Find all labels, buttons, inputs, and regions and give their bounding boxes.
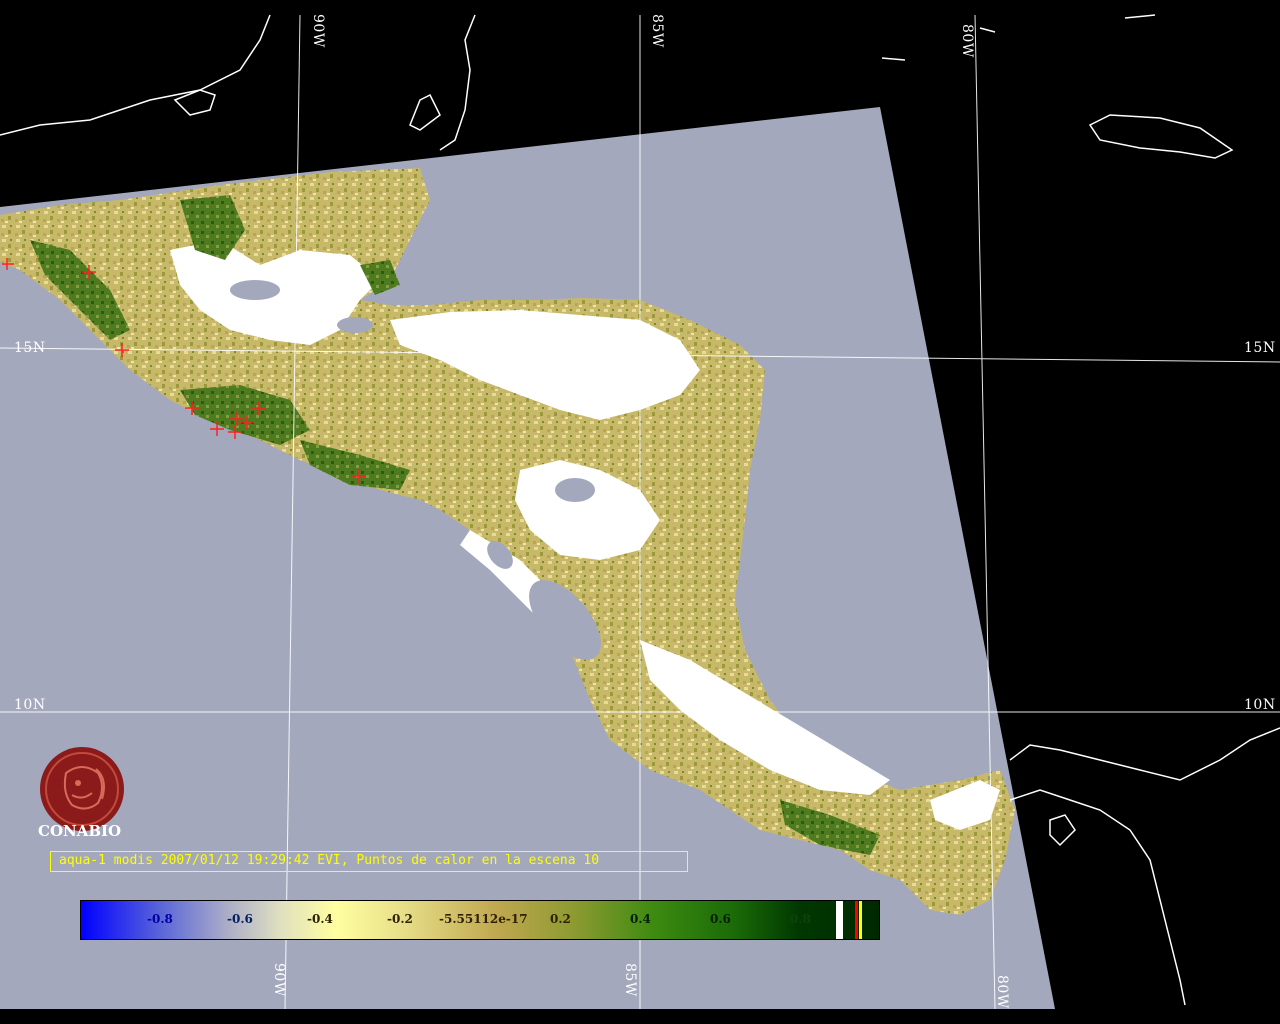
lat-label-15n-right: 15N	[1244, 340, 1276, 356]
lon-label-90w-top: 90W	[310, 14, 326, 48]
lat-label-10n-left: 10N	[14, 697, 46, 713]
colorbar-label: 0.8	[790, 912, 811, 926]
lon-label-85w-top: 85W	[649, 14, 665, 48]
colorbar-label: 0.4	[630, 912, 651, 926]
lon-label-85w-bottom: 85W	[622, 963, 638, 997]
lon-label-80w-top: 80W	[959, 24, 975, 58]
colorbar-label: -0.2	[387, 912, 413, 926]
colorbar-label: 0.6	[710, 912, 731, 926]
lake-gulf-fonseca	[555, 478, 595, 502]
colorbar-hotspot-swatch-2	[859, 901, 862, 939]
colorbar-label: -0.6	[227, 912, 253, 926]
lake-peten	[230, 280, 280, 300]
colorbar-label: -0.4	[307, 912, 333, 926]
scene-caption: aqua-1 modis 2007/01/12 19:29:42 EVI, Pu…	[59, 853, 600, 868]
lon-label-80w-bottom: 80W	[994, 975, 1010, 1009]
colorbar-label: -5.55112e-17	[439, 912, 528, 926]
caption-box: aqua-1 modis 2007/01/12 19:29:42 EVI, Pu…	[50, 851, 688, 872]
lat-label-10n-right: 10N	[1244, 697, 1276, 713]
lake-izabal	[337, 317, 373, 333]
colorbar-label: -0.8	[147, 912, 173, 926]
evi-colorbar: -0.8 -0.6 -0.4 -0.2 -5.55112e-17 0.2 0.4…	[80, 900, 880, 940]
lat-label-15n-left: 15N	[14, 340, 46, 356]
colorbar-cloud-swatch	[836, 901, 843, 939]
colorbar-label: 0.2	[550, 912, 571, 926]
conabio-logo-text: CONABIO	[38, 822, 122, 840]
colorbar-hotspot-swatch	[855, 901, 858, 939]
lon-label-90w-bottom: 90W	[271, 963, 287, 997]
